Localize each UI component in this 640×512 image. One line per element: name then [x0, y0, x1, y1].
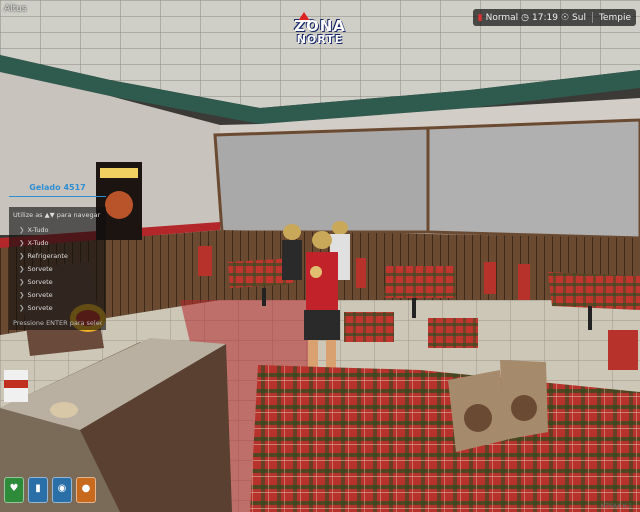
menu-item[interactable]: ❯ X-Tudo	[13, 237, 102, 250]
menu-panel: Utilize as ▲▼ para navegar ❯ X-Tudo ❯ X-Tu…	[9, 207, 106, 330]
menu-item[interactable]: ❯ Sorvete	[13, 289, 102, 302]
menu-footer: Pressione ENTER para selec	[13, 319, 102, 327]
chevron-right-icon: ❯	[19, 304, 25, 312]
location-text: Tempie	[598, 12, 631, 23]
direction-text: Sul	[572, 12, 586, 23]
armor-indicator: ▮	[28, 477, 48, 503]
chevron-right-icon: ❯	[19, 239, 25, 247]
server-logo: ZONA NORTE	[292, 12, 348, 46]
logo-line2: NORTE	[296, 33, 344, 46]
needs-bar: ♥ ▮ ◉ ●	[4, 477, 96, 503]
chevron-right-icon: ❯	[19, 278, 25, 286]
santa-hat-icon	[298, 12, 310, 22]
server-label: Altus	[4, 4, 27, 14]
watermark: N76A4 K-1	[600, 503, 632, 510]
status-bar: ▮ Normal ◷ 17:19 ☉ Sul Tempie	[472, 9, 636, 26]
menu-item-label: Sorvete	[27, 278, 53, 286]
food-icon: ●	[81, 483, 91, 494]
health-indicator: ♥	[4, 477, 24, 503]
voice-mode: Normal	[485, 12, 519, 23]
hunger-indicator: ●	[76, 477, 96, 503]
chevron-right-icon: ❯	[19, 291, 25, 299]
menu-item-label: X-Tudo	[27, 239, 49, 247]
water-drop-icon: ◉	[57, 483, 67, 494]
menu-item-label: X-Tudo	[27, 226, 49, 234]
menu-title: Gelado 4517	[9, 181, 106, 197]
thirst-indicator: ◉	[52, 477, 72, 503]
compass-icon: ☉	[560, 12, 570, 23]
mic-icon: ▮	[477, 12, 483, 23]
menu-item-label: Sorvete	[27, 304, 53, 312]
menu-item[interactable]: ❯ Refrigerante	[13, 250, 102, 263]
status-divider	[591, 12, 593, 23]
menu-hint: Utilize as ▲▼ para navegar	[13, 211, 101, 219]
chevron-right-icon: ❯	[19, 265, 25, 273]
clock-time: 17:19	[532, 12, 558, 23]
shop-menu: Gelado 4517 Utilize as ▲▼ para navegar ❯…	[9, 181, 106, 330]
menu-item[interactable]: ❯ Sorvete	[13, 302, 102, 315]
armor-icon: ▮	[35, 483, 41, 494]
menu-item-label: Refrigerante	[27, 252, 68, 260]
menu-item[interactable]: ❯ X-Tudo	[13, 224, 102, 237]
menu-item-label: Sorvete	[27, 291, 53, 299]
clock-icon: ◷	[521, 12, 530, 23]
heart-icon: ♥	[9, 483, 19, 494]
menu-item[interactable]: ❯ Sorvete	[13, 263, 102, 276]
menu-item-label: Sorvete	[27, 265, 53, 273]
chevron-right-icon: ❯	[19, 226, 25, 234]
chevron-right-icon: ❯	[19, 252, 25, 260]
menu-item[interactable]: ❯ Sorvete	[13, 276, 102, 289]
